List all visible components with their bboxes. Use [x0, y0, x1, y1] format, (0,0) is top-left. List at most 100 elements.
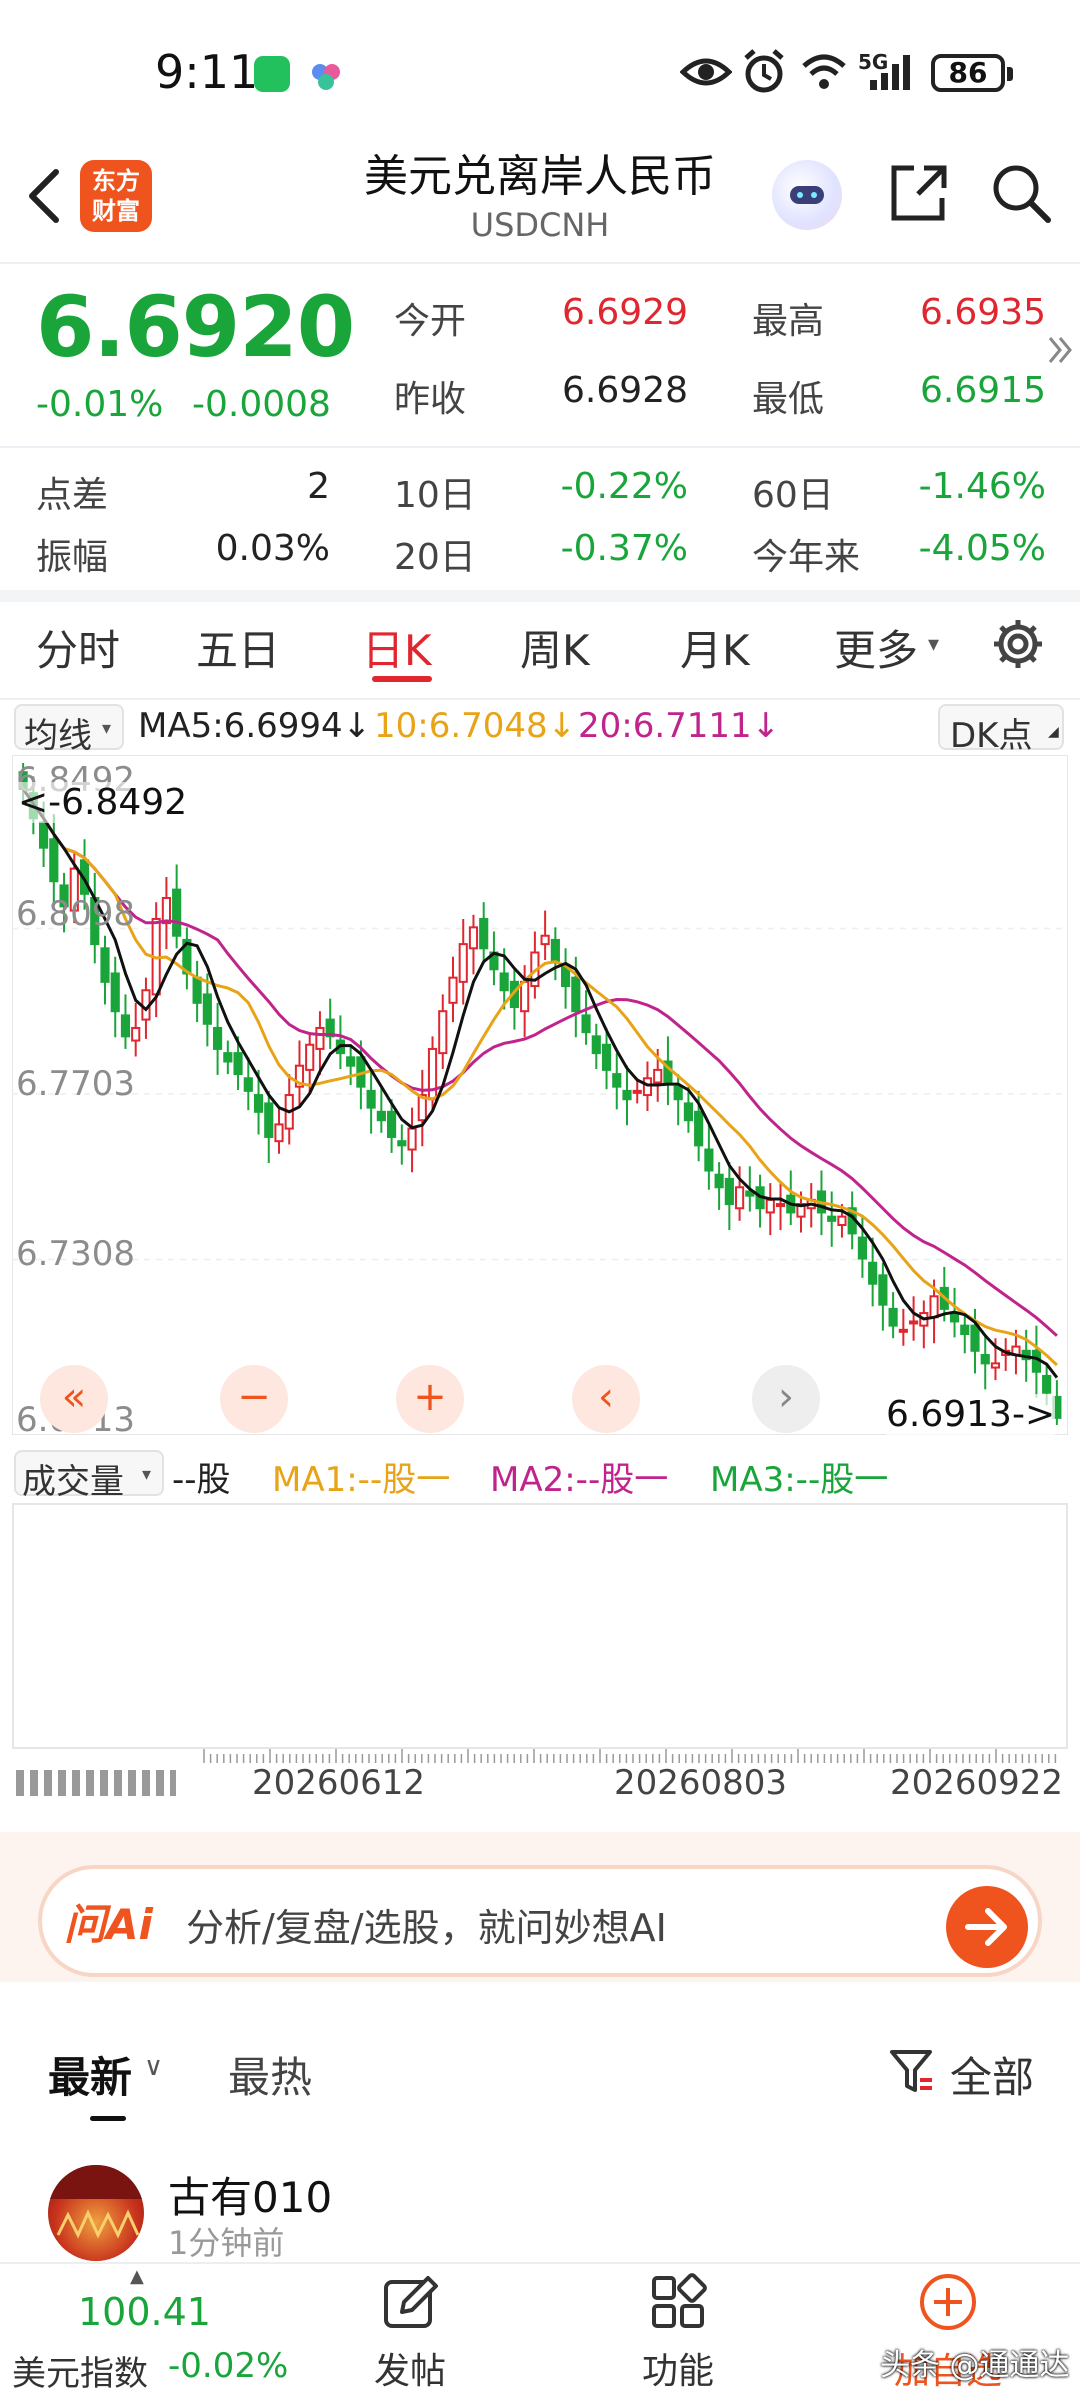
zoom-in-button[interactable]: + [396, 1365, 464, 1433]
candle-body [970, 1324, 980, 1352]
scroll-right-button[interactable]: › [752, 1365, 820, 1433]
candle-body [898, 1328, 908, 1333]
candle-body [264, 1102, 274, 1138]
open-value: 6.6929 [562, 292, 688, 333]
kline-chart[interactable] [11, 754, 1069, 1436]
d10-label: 10日 [394, 475, 476, 516]
volume-chart[interactable] [12, 1503, 1068, 1749]
ai-placeholder: 分析/复盘/选股，就问妙想AI [186, 1906, 667, 1950]
tab-weekly-k[interactable]: 周K [520, 617, 590, 678]
dk-corner-icon: ◢ [1048, 724, 1059, 740]
ma-selector-label: 均线 [24, 716, 92, 756]
ai-robot-icon[interactable] [772, 160, 842, 230]
candle-body [110, 972, 120, 1013]
y-tick-label: 6.7703 [16, 1064, 135, 1104]
arrow-right-icon [965, 1908, 1007, 1946]
scroll-far-left-button[interactable]: « [40, 1365, 108, 1433]
candle-body [868, 1261, 878, 1285]
edit-icon[interactable] [380, 2272, 440, 2336]
latest-dropdown-icon: ∨ [144, 2052, 164, 2082]
timeline-scrollbar[interactable] [16, 1770, 176, 1796]
index-expand-icon: ▲ [130, 2266, 144, 2287]
ma-selector[interactable]: 均线 ▾ [14, 704, 124, 756]
ma10-line [21, 788, 1058, 1367]
ma20-line [21, 788, 1058, 1337]
candle-body [550, 938, 560, 962]
candle-body [376, 1110, 386, 1122]
candle-body [960, 1324, 970, 1336]
candle-body [857, 1236, 867, 1260]
zoom-out-button[interactable]: − [220, 1365, 288, 1433]
tab-intraday[interactable]: 分时 [36, 617, 120, 678]
candle-body [120, 1014, 131, 1038]
share-icon[interactable] [886, 162, 948, 228]
candle-body [591, 1035, 601, 1055]
add-watchlist-icon[interactable] [918, 2272, 978, 2336]
index-name[interactable]: 美元指数 [12, 2346, 148, 2395]
tab-monthly-k[interactable]: 月K [680, 617, 750, 678]
tab-more[interactable]: 更多 [834, 617, 918, 678]
min-price-marker: 6.6913-> [886, 1394, 1056, 1435]
change-percent: -0.01% [36, 384, 164, 425]
y-tick-label: 6.8098 [16, 894, 135, 934]
candle-body [1042, 1374, 1052, 1394]
candle-body [673, 1085, 683, 1101]
candle-body [612, 1073, 622, 1088]
high-value: 6.6935 [920, 292, 1046, 333]
candle-body [202, 993, 212, 1025]
nav-post[interactable]: 发帖 [370, 2342, 450, 2394]
post-time: 1分钟前 [168, 2224, 285, 2262]
post-author[interactable]: 古有010 [168, 2164, 332, 2225]
candle-body [632, 1089, 642, 1094]
feed-filter-label[interactable]: 全部 [950, 2044, 1034, 2105]
candle-body [581, 1014, 591, 1034]
filter-icon[interactable] [888, 2046, 934, 2100]
d20-label: 20日 [394, 537, 476, 578]
expand-arrows-icon[interactable] [1046, 330, 1074, 374]
candle-body [929, 1295, 939, 1319]
x-tick-label: 20260922 [890, 1763, 1064, 1803]
tab-five-day[interactable]: 五日 [196, 617, 280, 678]
candle-body [407, 1127, 417, 1151]
section-gap [0, 590, 1080, 602]
header: 东方 财富 美元兑离岸人民币 USDCNH [0, 140, 1080, 262]
candle-body [274, 1123, 284, 1143]
timeline-ticks [14, 1748, 1066, 1763]
dk-point-button[interactable]: DK点 ◢ [938, 704, 1064, 756]
last-price: 6.6920 [36, 278, 355, 376]
amplitude-value: 0.03% [215, 528, 330, 569]
search-icon[interactable] [990, 162, 1052, 228]
amplitude-label: 振幅 [36, 537, 109, 578]
feed-tab-latest[interactable]: 最新 [48, 2044, 132, 2105]
gear-icon[interactable] [990, 616, 1046, 676]
ai-search-bar[interactable]: 问Ai 分析/复盘/选股，就问妙想AI [38, 1865, 1042, 1977]
feed-tab-hot[interactable]: 最热 [228, 2044, 312, 2105]
avatar[interactable] [48, 2165, 144, 2261]
max-price-marker: <-6.8492 [18, 782, 188, 823]
candle-body [243, 1077, 253, 1092]
candle-body [878, 1274, 888, 1306]
candle-body [827, 1215, 837, 1222]
low-value: 6.6915 [920, 370, 1046, 411]
nav-function[interactable]: 功能 [638, 2342, 718, 2394]
candle-body [909, 1320, 919, 1325]
tab-daily-k[interactable]: 日K [362, 617, 432, 678]
volume-selector[interactable]: 成交量 ▾ [14, 1450, 164, 1502]
low-label: 最低 [752, 379, 825, 420]
function-grid-icon[interactable] [648, 2272, 708, 2336]
volume-ma3: MA3:--股一 [710, 1460, 889, 1500]
candle-body [468, 926, 479, 950]
candle-body [192, 976, 202, 1004]
feed-tab-indicator [90, 2116, 126, 2121]
d10-value: -0.22% [560, 466, 688, 507]
d60-value: -1.46% [918, 466, 1046, 507]
index-value[interactable]: 100.41 [78, 2290, 211, 2334]
x-tick-label: 20260803 [614, 1763, 788, 1803]
index-change: -0.02% [168, 2346, 289, 2386]
candle-body [223, 1052, 233, 1063]
open-label: 今开 [394, 301, 467, 342]
scroll-left-button[interactable]: ‹ [572, 1365, 640, 1433]
candle-body [622, 1089, 632, 1101]
ai-send-button[interactable] [946, 1886, 1028, 1968]
candle-body [458, 943, 468, 983]
